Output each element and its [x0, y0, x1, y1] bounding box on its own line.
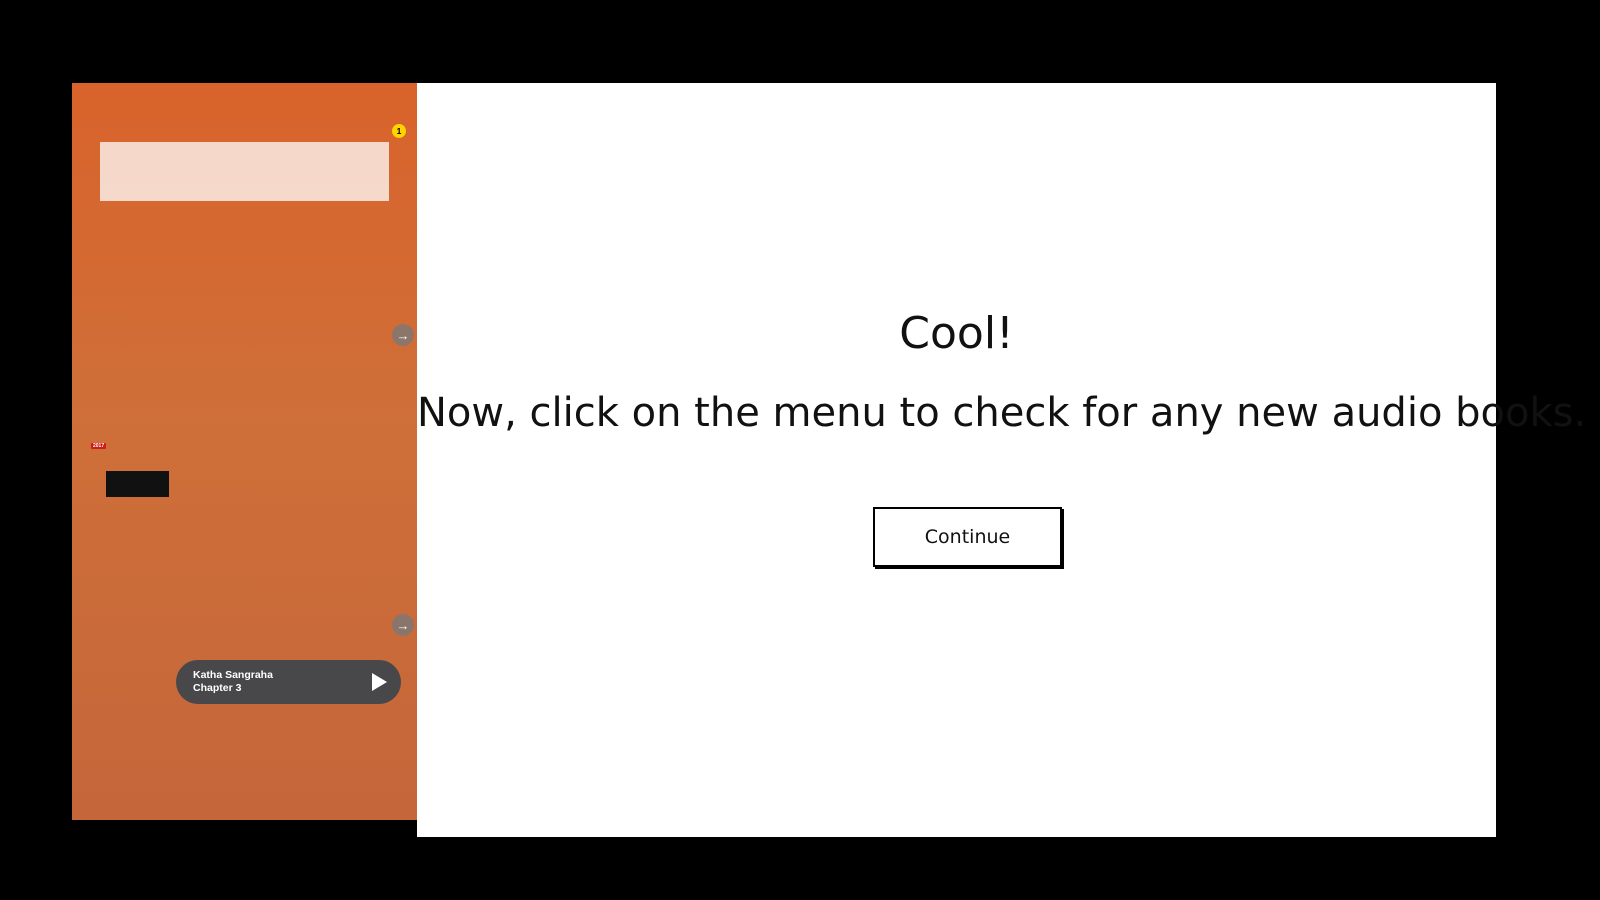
featured-next-arrow-button[interactable]: →	[392, 324, 414, 346]
free-next-arrow-button[interactable]: →	[392, 614, 414, 636]
cart-badge-count: 1	[392, 123, 406, 138]
mini-player-chapter: Chapter 3	[193, 682, 242, 694]
next-row-partial	[72, 83, 417, 820]
book-cover-art	[72, 83, 417, 820]
tutorial-message: Now, click on the menu to check for any …	[417, 390, 1587, 436]
continue-button[interactable]: Continue	[873, 507, 1062, 567]
screen-root: 2:34 Aalisiri	[0, 0, 1600, 900]
mini-player-text: Katha Sangraha Chapter 3	[193, 669, 372, 695]
phone-app-viewport: 2:34 Aalisiri	[72, 83, 417, 820]
tutorial-heading: Cool!	[899, 308, 1014, 359]
tutorial-overlay-panel: Cool! Now, click on the menu to check fo…	[417, 83, 1587, 837]
mini-player-title: Katha Sangraha	[193, 668, 273, 681]
play-icon[interactable]	[372, 673, 387, 691]
book-cover[interactable]	[72, 83, 417, 820]
app-scroll-body: Featured View All Bhumiya Hakkudararu ವ್…	[72, 83, 417, 820]
mini-player[interactable]: Katha Sangraha Chapter 3	[176, 660, 401, 704]
